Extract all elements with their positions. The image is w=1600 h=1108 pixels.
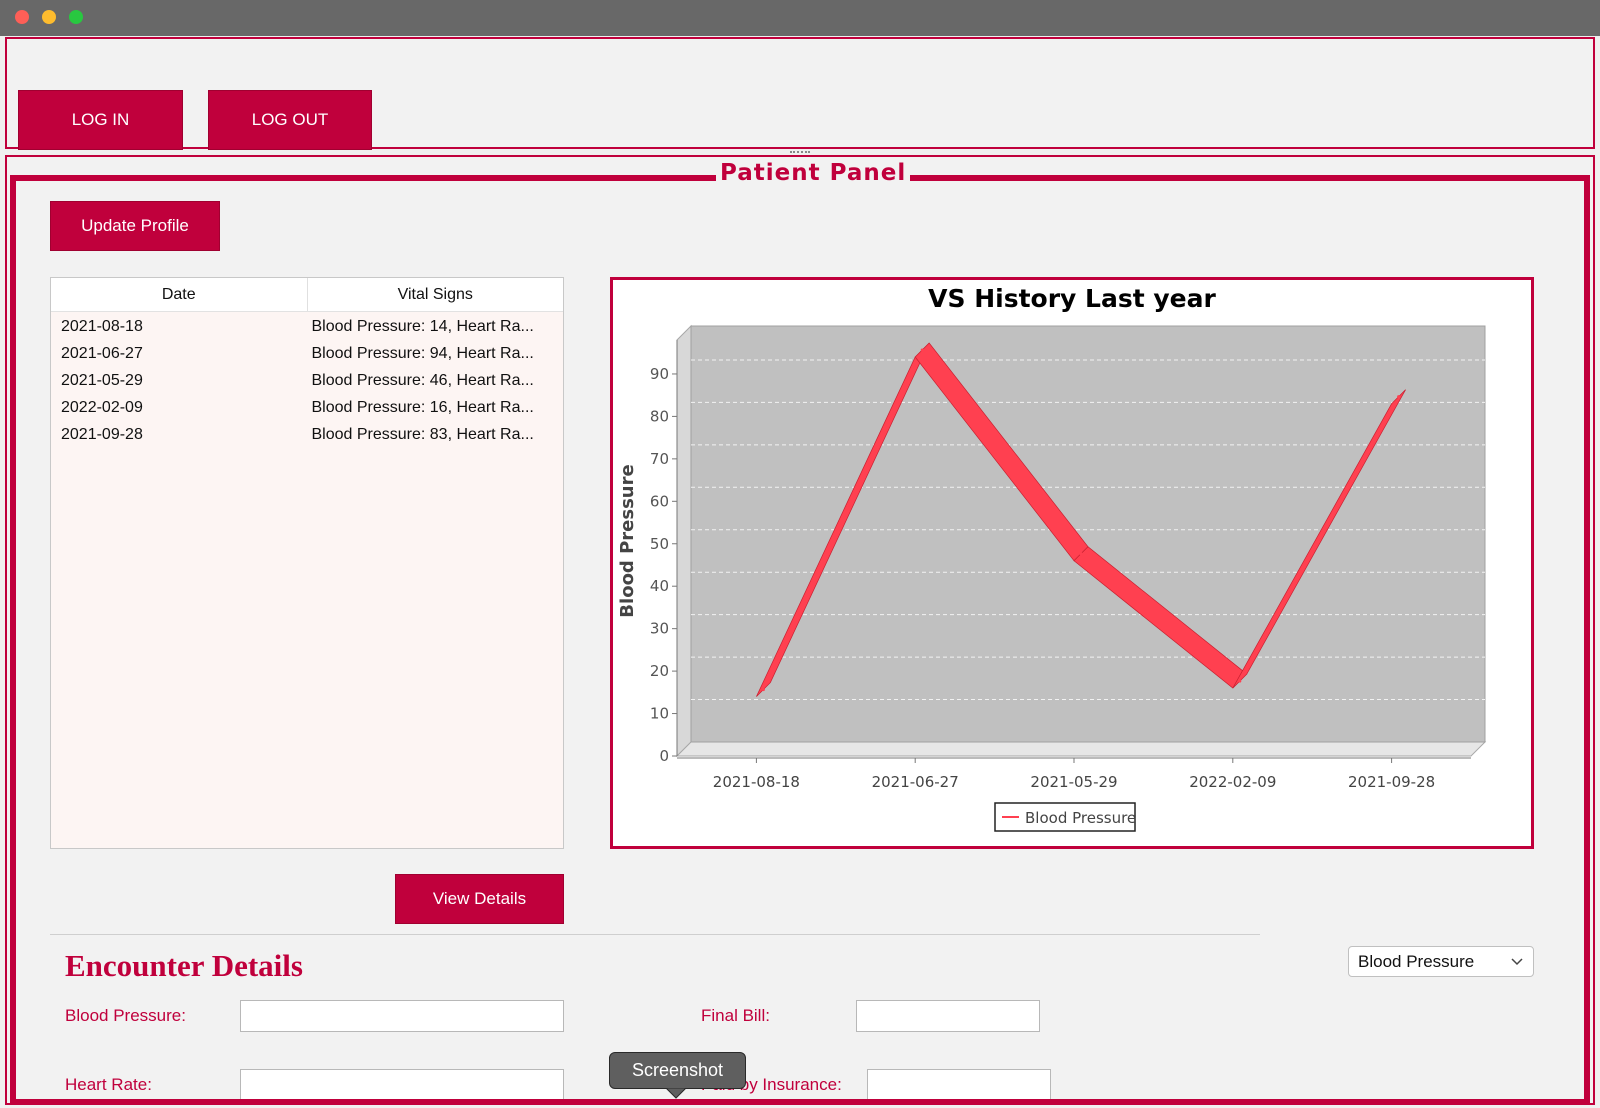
y-tick-label: 10 — [650, 705, 669, 723]
window-bottom-border — [10, 1099, 1590, 1105]
chart-left-wall — [676, 324, 692, 758]
title-bar — [0, 0, 1600, 36]
data-point — [1238, 679, 1242, 683]
table-cell-date: 2021-05-29 — [61, 371, 143, 389]
table-cell-date: 2021-06-27 — [61, 344, 143, 362]
column-header-vital-signs[interactable]: Vital Signs — [308, 278, 564, 311]
y-tick-label: 80 — [650, 407, 669, 425]
close-window-icon[interactable] — [15, 10, 29, 24]
zoom-window-icon[interactable] — [69, 10, 83, 24]
table-cell-date: 2022-02-09 — [61, 398, 143, 416]
data-point — [920, 348, 924, 352]
screenshot-tooltip: Screenshot — [609, 1052, 746, 1089]
table-row[interactable]: 2021-06-27 Blood Pressure: 94, Heart Ra..… — [51, 340, 563, 367]
x-tick-label: 2021-08-18 — [713, 773, 800, 791]
x-tick-label: 2021-06-27 — [872, 773, 959, 791]
table-body: 2021-08-18 Blood Pressure: 14, Heart Ra..… — [51, 312, 563, 448]
x-tick-label: 2022-02-09 — [1189, 773, 1276, 791]
data-point — [1079, 552, 1083, 556]
vital-sign-select-value: Blood Pressure — [1358, 951, 1475, 971]
blood-pressure-label: Blood Pressure: — [65, 1006, 186, 1025]
y-axis-title: Blood Pressure — [617, 464, 638, 617]
x-tick-label: 2021-09-28 — [1348, 773, 1435, 791]
table-row[interactable]: 2022-02-09 Blood Pressure: 16, Heart Ra..… — [51, 394, 563, 421]
column-header-date[interactable]: Date — [51, 278, 308, 311]
section-divider — [50, 934, 1260, 935]
splitter-handle[interactable] — [790, 151, 810, 157]
table-cell-vital-signs: Blood Pressure: 14, Heart Ra... — [311, 317, 534, 335]
table-cell-vital-signs: Blood Pressure: 83, Heart Ra... — [311, 425, 534, 443]
table-cell-vital-signs: Blood Pressure: 46, Heart Ra... — [311, 371, 534, 389]
heart-rate-label: Heart Rate: — [65, 1075, 152, 1094]
data-point — [1397, 395, 1401, 399]
table-row[interactable]: 2021-09-28 Blood Pressure: 83, Heart Ra..… — [51, 421, 563, 448]
y-tick-label: 90 — [650, 365, 669, 383]
vital-sign-select[interactable]: Blood Pressure — [1348, 946, 1534, 977]
chart-svg: VS History Last year 0 10 20 30 40 50 60 70 80 90 2… — [617, 284, 1487, 832]
y-tick-label: 60 — [650, 492, 669, 510]
table-header: Date Vital Signs — [51, 278, 563, 312]
y-tick-label: 0 — [659, 747, 669, 765]
y-tick-label: 50 — [650, 535, 669, 553]
y-tick-label: 20 — [650, 662, 669, 680]
table-cell-vital-signs: Blood Pressure: 16, Heart Ra... — [311, 398, 534, 416]
paid-by-insurance-field[interactable] — [867, 1069, 1051, 1101]
logout-button[interactable]: LOG OUT — [208, 90, 372, 150]
y-tick-label: 30 — [650, 620, 669, 638]
vs-history-chart: VS History Last year 0 10 20 30 40 50 60 70 80 90 2… — [610, 277, 1534, 849]
table-cell-vital-signs: Blood Pressure: 94, Heart Ra... — [311, 344, 534, 362]
x-tick-label: 2021-05-29 — [1030, 773, 1117, 791]
table-cell-date: 2021-09-28 — [61, 425, 143, 443]
chart-title: VS History Last year — [928, 284, 1216, 313]
vitals-table[interactable]: Date Vital Signs 2021-08-18 Blood Pressur… — [50, 277, 564, 849]
heart-rate-field[interactable] — [240, 1069, 564, 1101]
patient-panel-title: Patient Panel — [716, 160, 911, 186]
chevron-down-icon — [1511, 958, 1523, 966]
final-bill-field[interactable] — [856, 1000, 1040, 1032]
y-tick-label: 40 — [650, 577, 669, 595]
table-row[interactable]: 2021-05-29 Blood Pressure: 46, Heart Ra..… — [51, 367, 563, 394]
table-cell-date: 2021-08-18 — [61, 317, 143, 335]
chart-floor — [675, 741, 1487, 757]
view-details-button[interactable]: View Details — [395, 874, 564, 924]
legend-label: Blood Pressure — [1025, 809, 1136, 827]
blood-pressure-field[interactable] — [240, 1000, 564, 1032]
chart-plot-area — [690, 325, 1486, 743]
y-tick-label: 70 — [650, 450, 669, 468]
data-point — [761, 688, 765, 692]
table-row[interactable]: 2021-08-18 Blood Pressure: 14, Heart Ra..… — [51, 313, 563, 340]
minimize-window-icon[interactable] — [42, 10, 56, 24]
app-window: LOG IN LOG OUT Patient Panel Update Prof… — [0, 0, 1600, 1108]
login-button[interactable]: LOG IN — [18, 90, 183, 150]
encounter-details-title: Encounter Details — [65, 948, 303, 983]
final-bill-label: Final Bill: — [701, 1006, 770, 1025]
update-profile-button[interactable]: Update Profile — [50, 201, 220, 251]
